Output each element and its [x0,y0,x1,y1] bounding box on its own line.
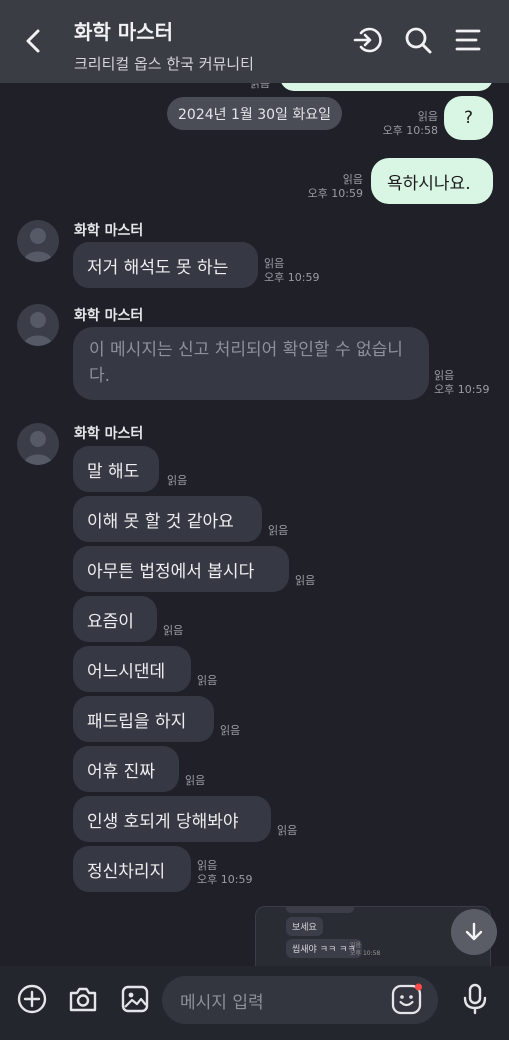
my-message-bubble[interactable]: ? [444,96,493,140]
read-label: 읽음 [185,774,206,787]
chat-header: 화학 마스터 크리티컬 옵스 한국 커뮤니티 [0,0,509,83]
chat-subtitle: 크리티컬 옵스 한국 커뮤니티 [74,55,254,73]
sender-name: 화학 마스터 [74,223,144,239]
read-label: 읽음 [197,859,218,872]
mini-bubble [286,907,354,913]
message-meta: 읽음 오후 10:59 [197,859,252,887]
time-label: 오후 10:58 [350,950,381,957]
received-message-bubble[interactable]: 요즘이 [73,596,157,642]
message-meta: 읽음 오후 10:59 [305,173,363,201]
sender-name: 화학 마스터 [74,426,144,442]
scroll-to-bottom-button[interactable] [451,909,497,955]
received-message-bubble[interactable]: 어느시댄데 [73,646,191,692]
back-icon[interactable] [18,26,48,56]
plus-icon[interactable] [15,982,49,1016]
message-meta: 읽음 오후 10:59 [264,257,319,285]
message-input-placeholder: 메시지 입력 [180,992,264,1013]
message-meta: 읽음 오후 10:58 [380,110,438,138]
time-label: 오후 10:59 [434,383,490,396]
read-label: 읽음 [167,474,188,487]
partial-my-bubble [280,83,493,91]
chat-area[interactable]: 읽음 2024년 1월 30일 화요일 읽음 오후 10:58 ? 읽음 오후 … [0,83,509,966]
read-label: 읽음 [264,257,285,270]
read-label: 읽음 [163,624,184,637]
chat-title-block[interactable]: 화학 마스터 크리티컬 옵스 한국 커뮤니티 [74,16,254,74]
chat-title: 화학 마스터 [74,20,173,44]
read-label: 읽음 [197,674,218,687]
read-label: 읽음 [434,369,455,382]
menu-icon[interactable] [452,24,484,56]
received-message-bubble[interactable]: 패드립을 하지 [73,696,214,742]
read-label: 읽음 [417,110,438,123]
time-label: 오후 10:58 [382,124,438,137]
received-message-bubble[interactable]: 아무튼 법정에서 봅시다 [73,546,289,592]
read-label: 읽음 [342,173,363,186]
received-message-bubble[interactable]: 어휴 진짜 [73,746,179,792]
received-message-bubble[interactable]: 정신차리지 [73,846,191,892]
reported-message-bubble[interactable]: 이 메시지는 신고 처리되어 확인할 수 없습니다. [73,327,429,400]
message-composer: 메시지 입력 [0,966,509,1040]
date-divider: 2024년 1월 30일 화요일 [167,97,342,130]
received-message-bubble[interactable]: 말 해도 [73,446,159,492]
camera-icon[interactable] [66,982,100,1016]
mini-bubble: 보세요 [286,917,323,936]
mic-icon[interactable] [458,982,492,1016]
read-label: 읽음 [220,724,241,737]
received-message-bubble[interactable]: 인생 호되게 당해봐야 [73,796,271,842]
avatar[interactable] [17,423,59,465]
received-message-bubble[interactable]: 이해 못 할 것 같아요 [73,496,262,542]
read-label: 읽음 [350,942,362,949]
mini-meta: 읽음 오후 10:58 [350,942,380,958]
time-label: 오후 10:59 [307,187,363,200]
message-meta: 읽음 오후 10:59 [434,369,489,397]
enter-room-icon[interactable] [351,24,383,56]
emoji-icon[interactable] [390,982,424,1016]
time-label: 오후 10:59 [264,271,320,284]
read-label: 읽음 [295,574,316,587]
read-label: 읽음 [277,824,298,837]
received-message-bubble[interactable]: 저거 해석도 못 하는 [73,242,258,288]
read-label: 읽음 [268,524,289,537]
time-label: 오후 10:59 [197,873,253,886]
avatar[interactable] [17,304,59,346]
arrow-down-icon [465,922,483,941]
gallery-icon[interactable] [118,982,152,1016]
avatar[interactable] [17,220,59,262]
sender-name: 화학 마스터 [74,308,144,324]
my-message-bubble[interactable]: 욕하시나요. [371,158,493,204]
search-icon[interactable] [402,24,434,56]
read-label: 읽음 [249,83,270,90]
